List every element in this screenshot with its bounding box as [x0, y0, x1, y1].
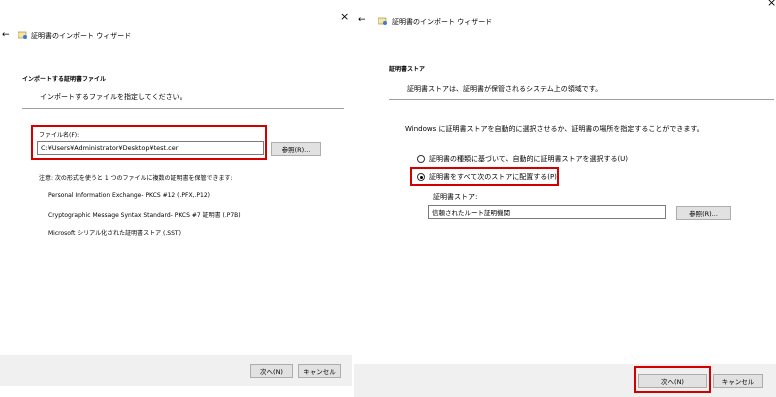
left-next-button[interactable]: 次へ(N) — [250, 364, 293, 378]
left-section-heading: インポートする証明書ファイル — [22, 76, 107, 83]
left-certificate-icon — [18, 31, 27, 39]
next-button-highlight — [634, 366, 711, 393]
left-browse-button[interactable]: 参照(R)... — [271, 142, 321, 156]
right-back-arrow-icon[interactable]: ← — [358, 15, 366, 25]
format-item: Personal Information Exchange- PKCS #12 … — [48, 192, 210, 199]
right-cancel-button[interactable]: キャンセル — [713, 374, 763, 388]
auto-store-label[interactable]: 証明書の種類に基づいて、自動的に証明書ストアを選択する(U) — [429, 154, 628, 164]
right-section-desc: 証明書ストアは、証明書が保管されるシステム上の領域です。 — [407, 85, 603, 93]
store-input[interactable]: 信頼されたルート証明機関 — [428, 205, 666, 219]
left-cancel-button[interactable]: キャンセル — [298, 364, 341, 378]
right-window-title: 証明書のインポート ウィザード — [392, 18, 493, 26]
store-info-text: Windows に証明書ストアを自動的に選択させるか、証明書の場所を指定すること… — [405, 125, 704, 133]
format-note: 注意: 次の形式を使うと 1 つのファイルに複数の証明書を保管できます: — [39, 175, 233, 182]
file-name-highlight — [31, 125, 267, 160]
left-window-title: 証明書のインポート ウィザード — [31, 32, 132, 40]
right-close-icon[interactable]: × — [767, 0, 776, 9]
left-back-arrow-icon[interactable]: ← — [2, 30, 10, 40]
left-header-divider — [22, 108, 344, 109]
right-header-divider — [389, 99, 774, 100]
right-section-heading: 証明書ストア — [389, 66, 426, 73]
format-item: Cryptographic Message Syntax Standard- P… — [48, 212, 241, 219]
left-close-icon[interactable]: × — [340, 10, 349, 23]
right-wizard-window: × ← 証明書のインポート ウィザード 証明書ストア 証明書ストアは、証明書が保… — [354, 0, 776, 397]
right-browse-button[interactable]: 参照(R)... — [676, 206, 731, 220]
left-section-desc: インポートするファイルを指定してください。 — [40, 93, 187, 101]
left-wizard-window: × ← 証明書のインポート ウィザード インポートする証明書ファイル インポート… — [0, 0, 352, 397]
store-label: 証明書ストア: — [433, 193, 478, 201]
manual-store-highlight — [410, 167, 559, 186]
auto-store-radio[interactable] — [417, 155, 425, 163]
format-item: Microsoft シリアル化された証明書ストア (.SST) — [48, 230, 181, 237]
right-certificate-icon — [378, 17, 387, 25]
